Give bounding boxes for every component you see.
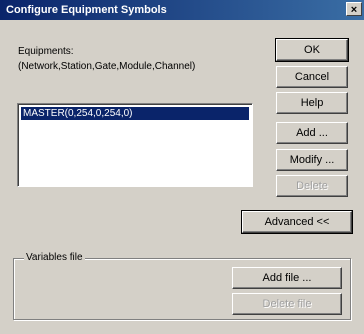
- add-button[interactable]: Add ...: [276, 122, 348, 144]
- ok-button[interactable]: OK: [275, 38, 349, 62]
- equipments-label: Equipments:: [18, 46, 74, 57]
- delete-button[interactable]: Delete: [276, 175, 348, 197]
- modify-button[interactable]: Modify ...: [276, 149, 348, 171]
- cancel-button[interactable]: Cancel: [276, 66, 348, 88]
- equipment-list[interactable]: MASTER(0,254,0,254,0): [17, 103, 253, 187]
- window-title: Configure Equipment Symbols: [6, 4, 167, 16]
- add-file-button[interactable]: Add file ...: [232, 267, 342, 289]
- equipments-format-hint: (Network,Station,Gate,Module,Channel): [18, 61, 196, 72]
- title-bar: Configure Equipment Symbols ×: [0, 0, 364, 20]
- variables-file-label: Variables file: [24, 252, 85, 263]
- close-icon: ×: [350, 4, 358, 16]
- help-button[interactable]: Help: [276, 92, 348, 114]
- list-item[interactable]: MASTER(0,254,0,254,0): [21, 107, 249, 120]
- delete-file-button[interactable]: Delete file: [232, 293, 342, 315]
- close-button[interactable]: ×: [346, 2, 362, 16]
- advanced-toggle-button[interactable]: Advanced <<: [241, 210, 353, 234]
